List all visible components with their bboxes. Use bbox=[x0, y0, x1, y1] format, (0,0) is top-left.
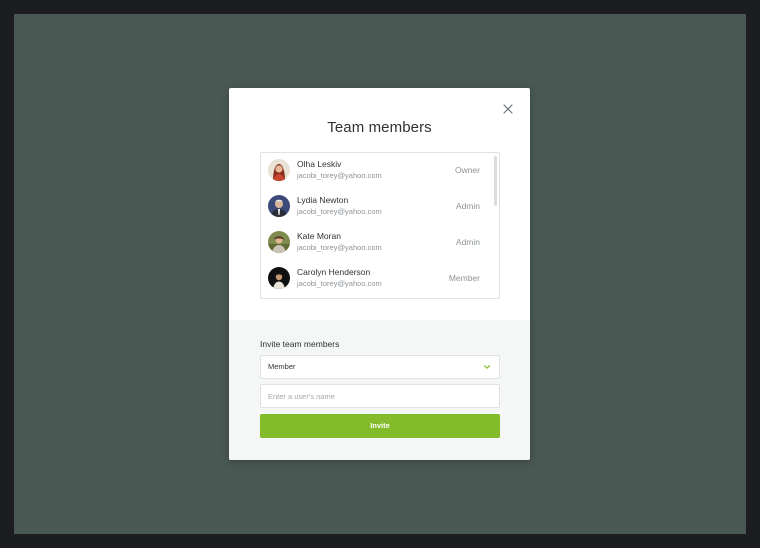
team-members-modal: Team members Olha Leskiv jacobi_torey@ya… bbox=[229, 88, 530, 460]
member-name: Olha Leskiv bbox=[297, 159, 342, 169]
device-frame: Team members Olha Leskiv jacobi_torey@ya… bbox=[0, 0, 760, 548]
member-row[interactable]: Olha Leskiv jacobi_torey@yahoo.com Owner bbox=[261, 153, 499, 189]
member-list[interactable]: Olha Leskiv jacobi_torey@yahoo.com Owner bbox=[260, 152, 500, 299]
avatar bbox=[268, 231, 290, 253]
avatar bbox=[268, 267, 290, 289]
member-role[interactable]: Owner bbox=[455, 165, 480, 175]
member-email: jacobi_torey@yahoo.com bbox=[297, 171, 382, 180]
modal-title: Team members bbox=[327, 119, 432, 136]
member-row[interactable]: Carolyn Henderson jacobi_torey@yahoo.com… bbox=[261, 261, 499, 297]
member-name: Kate Moran bbox=[297, 231, 341, 241]
close-icon[interactable] bbox=[501, 102, 515, 116]
modal-backdrop[interactable]: Team members Olha Leskiv jacobi_torey@ya… bbox=[14, 14, 746, 534]
member-row[interactable]: Kate Moran jacobi_torey@yahoo.com Admin bbox=[261, 225, 499, 261]
member-email: jacobi_torey@yahoo.com bbox=[297, 243, 382, 252]
member-name: Carolyn Henderson bbox=[297, 267, 371, 277]
invite-label: Invite team members bbox=[260, 339, 340, 349]
avatar bbox=[268, 159, 290, 181]
member-role[interactable]: Admin bbox=[456, 237, 480, 247]
role-select[interactable]: Member bbox=[260, 355, 500, 379]
member-email: jacobi_torey@yahoo.com bbox=[297, 279, 382, 288]
member-role[interactable]: Member bbox=[449, 273, 480, 283]
member-role[interactable]: Admin bbox=[456, 201, 480, 211]
role-select-value: Member bbox=[268, 362, 296, 371]
invite-button[interactable]: Invite bbox=[260, 414, 500, 438]
avatar bbox=[268, 195, 290, 217]
chevron-down-icon bbox=[483, 365, 491, 369]
member-email: jacobi_torey@yahoo.com bbox=[297, 207, 382, 216]
user-name-input[interactable] bbox=[260, 384, 500, 408]
member-name: Lydia Newton bbox=[297, 195, 349, 205]
invite-panel: Invite team members Member Invite bbox=[229, 320, 530, 460]
member-row[interactable]: Lydia Newton jacobi_torey@yahoo.com Admi… bbox=[261, 189, 499, 225]
